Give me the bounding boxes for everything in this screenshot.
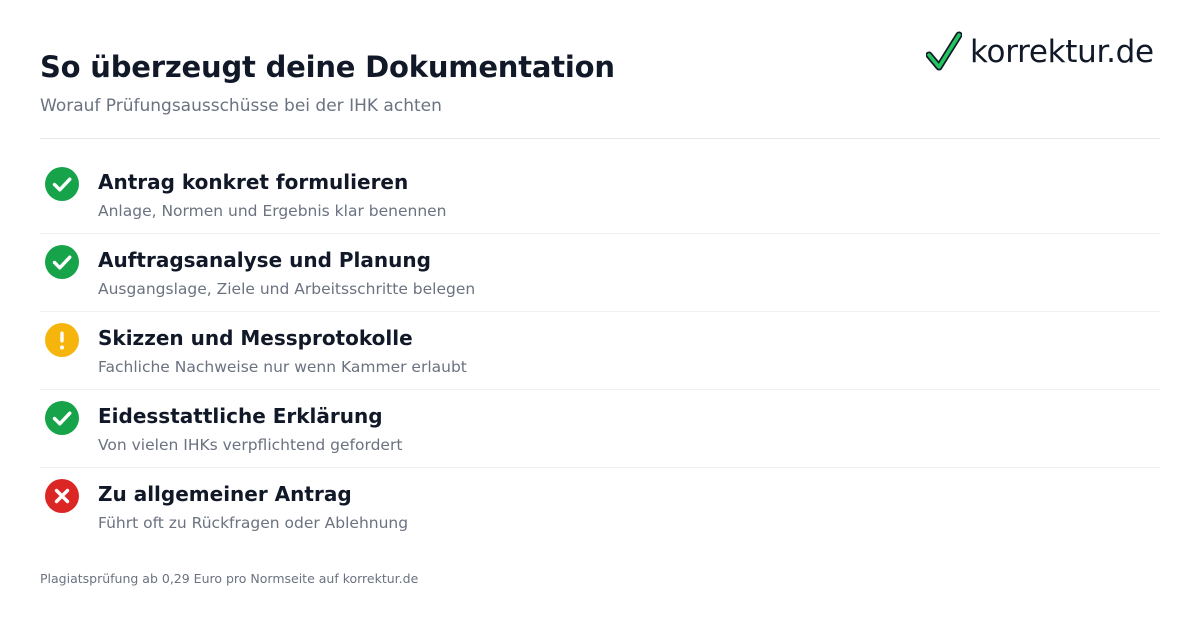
item-title: Antrag konkret formulieren	[98, 170, 409, 194]
item-description: Anlage, Normen und Ergebnis klar benenne…	[98, 202, 447, 220]
page-title: So überzeugt deine Dokumentation	[40, 50, 615, 84]
check-circle-icon	[45, 167, 79, 201]
logo-text: korrektur.de	[970, 34, 1154, 70]
item-title: Skizzen und Messprotokolle	[98, 326, 413, 350]
exclamation-circle-icon	[45, 323, 79, 357]
item-description: Fachliche Nachweise nur wenn Kammer erla…	[98, 358, 467, 376]
list-item: Eidesstattliche Erklärung Von vielen IHK…	[40, 390, 1160, 468]
brand-logo[interactable]: korrektur.de	[926, 30, 1154, 74]
checkmark-icon	[926, 31, 962, 71]
footer-note: Plagiatsprüfung ab 0,29 Euro pro Normsei…	[40, 571, 419, 586]
page-subtitle: Worauf Prüfungsausschüsse bei der IHK ac…	[40, 96, 442, 116]
list-item: Zu allgemeiner Antrag Führt oft zu Rückf…	[40, 468, 1160, 545]
item-title: Zu allgemeiner Antrag	[98, 482, 352, 506]
x-circle-icon	[45, 479, 79, 513]
checklist: Antrag konkret formulieren Anlage, Norme…	[40, 156, 1160, 545]
item-title: Auftragsanalyse und Planung	[98, 248, 431, 272]
list-item: Antrag konkret formulieren Anlage, Norme…	[40, 156, 1160, 234]
item-description: Führt oft zu Rückfragen oder Ablehnung	[98, 514, 409, 532]
list-item: Auftragsanalyse und Planung Ausgangslage…	[40, 234, 1160, 312]
check-circle-icon	[45, 401, 79, 435]
item-description: Ausgangslage, Ziele und Arbeitsschritte …	[98, 280, 476, 298]
header-divider	[40, 138, 1160, 139]
check-circle-icon	[45, 245, 79, 279]
list-item: Skizzen und Messprotokolle Fachliche Nac…	[40, 312, 1160, 390]
item-title: Eidesstattliche Erklärung	[98, 404, 383, 428]
item-description: Von vielen IHKs verpflichtend gefordert	[98, 436, 403, 454]
